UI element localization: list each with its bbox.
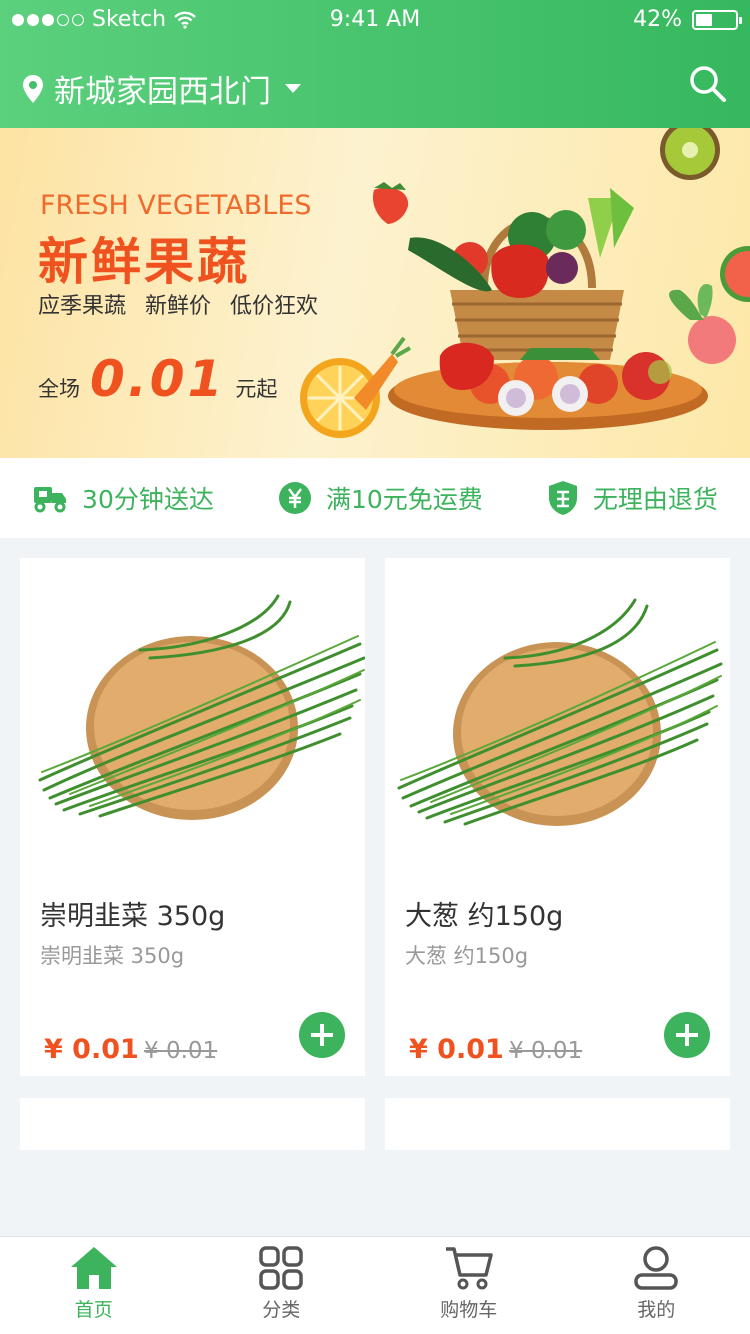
product-description: 崇明韭菜 350g	[40, 944, 185, 968]
product-original-price: ¥ 0.01	[144, 1038, 218, 1064]
product-original-price: ¥ 0.01	[509, 1038, 583, 1064]
location-name: 新城家园西北门	[54, 74, 271, 110]
bottom-tab-bar: 首页 分类 购物车 我的	[0, 1236, 750, 1334]
feature-label: 无理由退货	[592, 485, 718, 514]
vegetable-basket-image	[300, 128, 750, 438]
tab-label: 购物车	[440, 1299, 498, 1321]
tab-home[interactable]: 首页	[0, 1237, 188, 1334]
feature-label: 30分钟送达	[82, 485, 214, 514]
tab-category[interactable]: 分类	[188, 1237, 376, 1334]
yen-icon	[278, 482, 311, 514]
truck-icon	[34, 487, 67, 513]
location-bar: 新城家园西北门	[0, 56, 750, 116]
product-name: 崇明韭菜 350g	[40, 901, 226, 932]
battery-icon	[692, 9, 742, 30]
top-bar: Sketch 9:41 AM 42% 新城家园西北门	[0, 0, 750, 128]
product-card[interactable]: 大葱 约150g 大葱 约150g ¥ 0.01 ¥ 0.01	[385, 558, 730, 1076]
service-features: 30分钟送达 满10元免运费 无理由退货	[0, 458, 750, 538]
product-card[interactable]	[20, 1098, 365, 1150]
tab-label: 分类	[262, 1299, 301, 1321]
location-selector[interactable]: 新城家园西北门	[22, 66, 301, 111]
product-price: ¥ 0.01	[409, 1034, 504, 1065]
location-pin-icon	[23, 74, 43, 103]
add-to-cart-button[interactable]	[664, 1012, 710, 1058]
user-icon	[634, 1246, 678, 1290]
tab-profile[interactable]: 我的	[563, 1237, 750, 1334]
status-bar: Sketch 9:41 AM 42%	[0, 0, 750, 40]
feature-label: 满10元免运费	[325, 485, 483, 514]
product-card[interactable]	[385, 1098, 730, 1150]
tab-label: 我的	[637, 1299, 676, 1321]
product-image	[397, 598, 723, 826]
add-to-cart-button[interactable]	[299, 1012, 345, 1058]
product-image	[38, 594, 365, 820]
status-right: 42%	[633, 7, 742, 32]
feature-free-shipping: 满10元免运费	[278, 480, 483, 516]
home-icon	[70, 1247, 117, 1289]
search-icon[interactable]	[688, 64, 728, 104]
return-shield-icon	[548, 481, 577, 515]
feature-delivery: 30分钟送达	[32, 480, 214, 516]
tab-cart[interactable]: 购物车	[375, 1237, 563, 1334]
product-price: ¥ 0.01	[44, 1034, 139, 1065]
feature-returns: 无理由退货	[547, 480, 718, 516]
promo-banner[interactable]: FRESH VEGETABLES 新鲜果蔬 应季果蔬 新鲜价 低价狂欢 全场 0…	[0, 128, 750, 458]
product-name: 大葱 约150g	[405, 901, 564, 932]
product-description: 大葱 约150g	[405, 944, 529, 968]
battery-fill	[696, 13, 712, 26]
cart-icon	[445, 1247, 493, 1290]
category-grid-icon	[259, 1246, 303, 1290]
battery-percent: 42%	[633, 7, 682, 32]
product-card[interactable]: 崇明韭菜 350g 崇明韭菜 350g ¥ 0.01 ¥ 0.01	[20, 558, 365, 1076]
tab-label: 首页	[74, 1299, 113, 1321]
chevron-down-icon	[285, 84, 301, 93]
